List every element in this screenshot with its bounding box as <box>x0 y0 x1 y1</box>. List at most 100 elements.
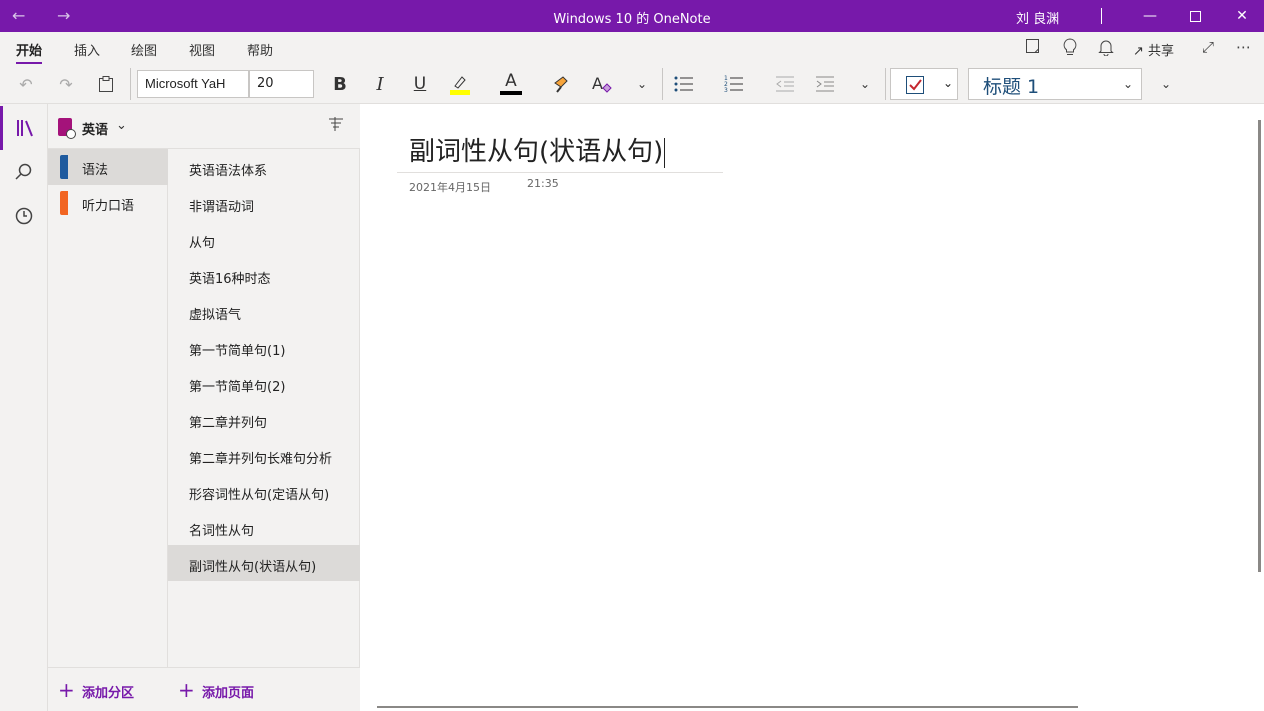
formatting-toolbar: ↶ ↷ Microsoft YaH 20 B I U A A ⌄ 123 ⌄ ⌄… <box>0 64 1264 104</box>
pages-list: 英语语法体系 非谓语动词 从句 英语16种时态 虚拟语气 第一节简单句(1) 第… <box>168 149 360 667</box>
style-value: 标题 1 <box>983 76 1040 98</box>
page-time: 21:35 <box>527 177 559 190</box>
tab-view[interactable]: 视图 <box>189 40 215 59</box>
plus-icon: + <box>178 678 195 702</box>
font-color-swatch <box>500 91 522 95</box>
section-label: 语法 <box>82 163 109 178</box>
undo-icon[interactable]: ↶ <box>14 72 38 96</box>
italic-button[interactable]: I <box>368 72 392 96</box>
tag-dropdown-chevron-icon: ⌄ <box>943 76 954 90</box>
font-name-input[interactable]: Microsoft YaH <box>137 70 249 98</box>
collapse-ribbon-chevron-icon[interactable]: ⌄ <box>1156 72 1176 96</box>
page-item[interactable]: 形容词性从句(定语从句) <box>168 473 360 509</box>
add-page-label: 添加页面 <box>202 686 255 701</box>
notebook-header[interactable]: 英语 ⌄ <box>48 104 360 149</box>
share-label: 共享 <box>1148 44 1175 59</box>
window-title: Windows 10 的 OneNote <box>553 12 711 27</box>
bell-icon[interactable] <box>1098 38 1114 60</box>
clear-formatting-icon[interactable]: A <box>590 72 614 96</box>
page-title[interactable]: 副词性从句(状语从句) <box>409 131 666 168</box>
svg-text:A: A <box>592 74 603 93</box>
section-item-grammar[interactable]: 语法 <box>48 149 168 185</box>
search-icon[interactable] <box>0 150 48 194</box>
add-section-label: 添加分区 <box>82 686 135 701</box>
more-paragraph-chevron-icon[interactable]: ⌄ <box>855 72 875 96</box>
vertical-scrollbar[interactable] <box>1258 120 1261 572</box>
title-bar: ← → Windows 10 的 OneNote 刘 良渊 — ✕ <box>0 0 1264 32</box>
font-size-input[interactable]: 20 <box>249 70 314 98</box>
horizontal-scrollbar[interactable] <box>377 706 1078 708</box>
ribbon-tabs: 开始 插入 绘图 视图 帮助 ↗ 共享 ⤢ ⋯ <box>0 32 1264 64</box>
highlight-button[interactable] <box>448 72 472 96</box>
redo-icon[interactable]: ↷ <box>54 72 78 96</box>
font-color-glyph: A <box>505 71 517 91</box>
checkbox-tag-icon <box>906 76 924 94</box>
style-dropdown[interactable]: 标题 1 ⌄ <box>968 68 1142 100</box>
format-painter-icon[interactable] <box>550 72 574 96</box>
plus-icon: + <box>58 678 75 702</box>
style-chevron-icon: ⌄ <box>1122 77 1133 91</box>
text-cursor <box>664 137 666 168</box>
page-item[interactable]: 英语语法体系 <box>168 149 360 185</box>
maximize-button[interactable] <box>1181 4 1209 28</box>
section-color-tab <box>60 155 68 179</box>
section-color-tab <box>60 191 68 215</box>
page-item[interactable]: 第一节简单句(2) <box>168 365 360 401</box>
tab-help[interactable]: 帮助 <box>247 40 273 59</box>
section-item-listening[interactable]: 听力口语 <box>48 185 168 221</box>
add-page-button[interactable]: + 添加页面 <box>168 667 360 711</box>
page-item[interactable]: 非谓语动词 <box>168 185 360 221</box>
increase-indent-icon[interactable] <box>813 72 837 96</box>
add-section-button[interactable]: + 添加分区 <box>48 667 168 711</box>
minimize-button[interactable]: — <box>1136 4 1164 28</box>
page-title-text: 副词性从句(状语从句) <box>409 137 664 167</box>
title-underline <box>397 172 723 173</box>
notebooks-icon[interactable] <box>0 106 48 150</box>
toolbar-separator <box>130 68 131 100</box>
tab-draw[interactable]: 绘图 <box>131 40 157 59</box>
lightbulb-icon[interactable] <box>1062 38 1078 60</box>
paste-icon[interactable] <box>94 72 118 96</box>
share-icon: ↗ <box>1133 44 1144 59</box>
bold-button[interactable]: B <box>328 72 352 96</box>
section-label: 听力口语 <box>82 199 135 214</box>
bullet-list-icon[interactable] <box>672 72 696 96</box>
page-item[interactable]: 第二章并列句 <box>168 401 360 437</box>
expand-icon[interactable]: ⤢ <box>1202 38 1214 56</box>
notebook-name: 英语 <box>82 123 109 138</box>
underline-button[interactable]: U <box>408 72 432 96</box>
page-item-active[interactable]: 副词性从句(状语从句) <box>168 545 360 581</box>
page-item[interactable]: 从句 <box>168 221 360 257</box>
page-date: 2021年4月15日 <box>409 181 491 194</box>
maximize-icon <box>1189 10 1201 22</box>
note-canvas[interactable]: 副词性从句(状语从句) 2021年4月15日 21:35 <box>361 105 1264 711</box>
decrease-indent-icon[interactable] <box>773 72 797 96</box>
page-item[interactable]: 第一节简单句(1) <box>168 329 360 365</box>
numbered-list-icon[interactable]: 123 <box>722 72 746 96</box>
toolbar-separator <box>885 68 886 100</box>
font-color-button[interactable]: A <box>498 72 524 96</box>
toolbar-separator <box>662 68 663 100</box>
page-item[interactable]: 虚拟语气 <box>168 293 360 329</box>
recent-clock-icon[interactable] <box>0 194 48 238</box>
more-options-icon[interactable]: ⋯ <box>1236 38 1251 56</box>
page-item[interactable]: 名词性从句 <box>168 509 360 545</box>
share-button[interactable]: ↗ 共享 <box>1133 40 1174 59</box>
page-item[interactable]: 英语16种时态 <box>168 257 360 293</box>
navigation-rail <box>0 104 48 711</box>
notebook-icon <box>58 118 76 139</box>
more-formatting-chevron-icon[interactable]: ⌄ <box>632 72 652 96</box>
close-button[interactable]: ✕ <box>1228 4 1256 28</box>
titlebar-separator <box>1101 8 1102 24</box>
notebook-icon[interactable] <box>1025 38 1041 58</box>
sections-list: 语法 听力口语 <box>48 149 168 667</box>
page-item[interactable]: 第二章并列句长难句分析 <box>168 437 360 473</box>
svg-text:3: 3 <box>724 87 728 93</box>
highlighter-icon <box>450 76 470 95</box>
tag-dropdown[interactable]: ⌄ <box>890 68 958 100</box>
tab-insert[interactable]: 插入 <box>74 40 100 59</box>
tab-home[interactable]: 开始 <box>16 40 43 64</box>
sort-icon[interactable] <box>328 117 344 135</box>
notebook-chevron-icon: ⌄ <box>116 118 127 133</box>
user-name[interactable]: 刘 良渊 <box>1016 8 1059 27</box>
